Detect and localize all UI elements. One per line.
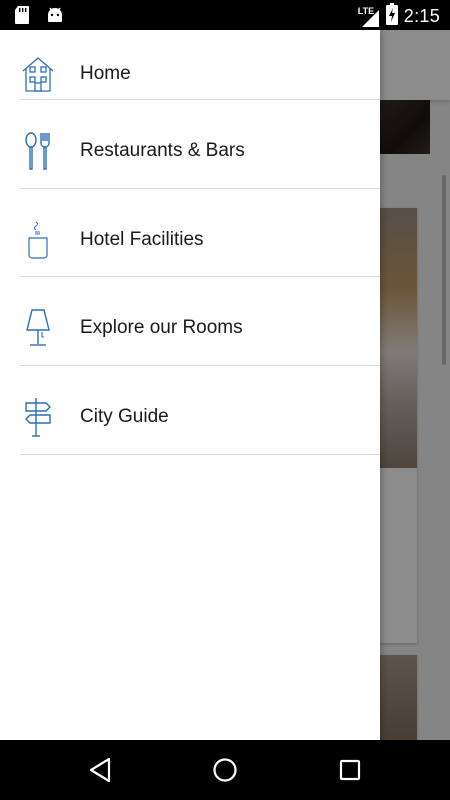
- divider: [20, 365, 380, 366]
- divider: [20, 188, 380, 189]
- navigation-drawer: Home Restaurants & Bars Hotel Facilities…: [0, 30, 380, 740]
- drawer-item-explore-rooms[interactable]: Explore our Rooms: [0, 284, 380, 372]
- divider: [20, 454, 380, 455]
- drawer-item-hotel-facilities[interactable]: Hotel Facilities: [0, 196, 380, 284]
- battery-charging-icon: [385, 3, 398, 30]
- back-icon: [89, 757, 111, 783]
- android-icon: [46, 6, 64, 29]
- screen: LTE 2:15 Home Restaurants & Bars Hotel F…: [0, 0, 450, 800]
- recents-square-icon: [339, 759, 361, 781]
- divider: [20, 276, 380, 277]
- drawer-item-label: Restaurants & Bars: [80, 140, 245, 161]
- drawer-item-label: Home: [80, 63, 131, 84]
- drawer-item-label: City Guide: [80, 406, 169, 427]
- home-circle-icon: [213, 758, 237, 782]
- signal-icon: LTE: [358, 6, 380, 28]
- cutlery-icon: [18, 129, 58, 173]
- lamp-icon: [18, 306, 58, 350]
- drawer-item-label: Explore our Rooms: [80, 317, 243, 338]
- status-left-icons: [14, 5, 64, 30]
- drawer-item-restaurants-bars[interactable]: Restaurants & Bars: [0, 107, 380, 195]
- home-button[interactable]: [209, 754, 241, 786]
- signpost-icon: [18, 395, 58, 439]
- status-bar: LTE 2:15: [0, 0, 450, 30]
- divider: [20, 99, 380, 100]
- sd-card-icon: [14, 5, 30, 30]
- drawer-item-home[interactable]: Home: [0, 30, 380, 118]
- cup-icon: [18, 218, 58, 262]
- system-navigation-bar: [0, 740, 450, 800]
- status-time: 2:15: [403, 6, 440, 26]
- drawer-item-city-guide[interactable]: City Guide: [0, 373, 380, 461]
- recents-button[interactable]: [334, 754, 366, 786]
- drawer-item-label: Hotel Facilities: [80, 229, 204, 250]
- house-icon: [18, 52, 58, 96]
- status-right-icons: LTE 2:15: [358, 3, 440, 30]
- back-button[interactable]: [84, 754, 116, 786]
